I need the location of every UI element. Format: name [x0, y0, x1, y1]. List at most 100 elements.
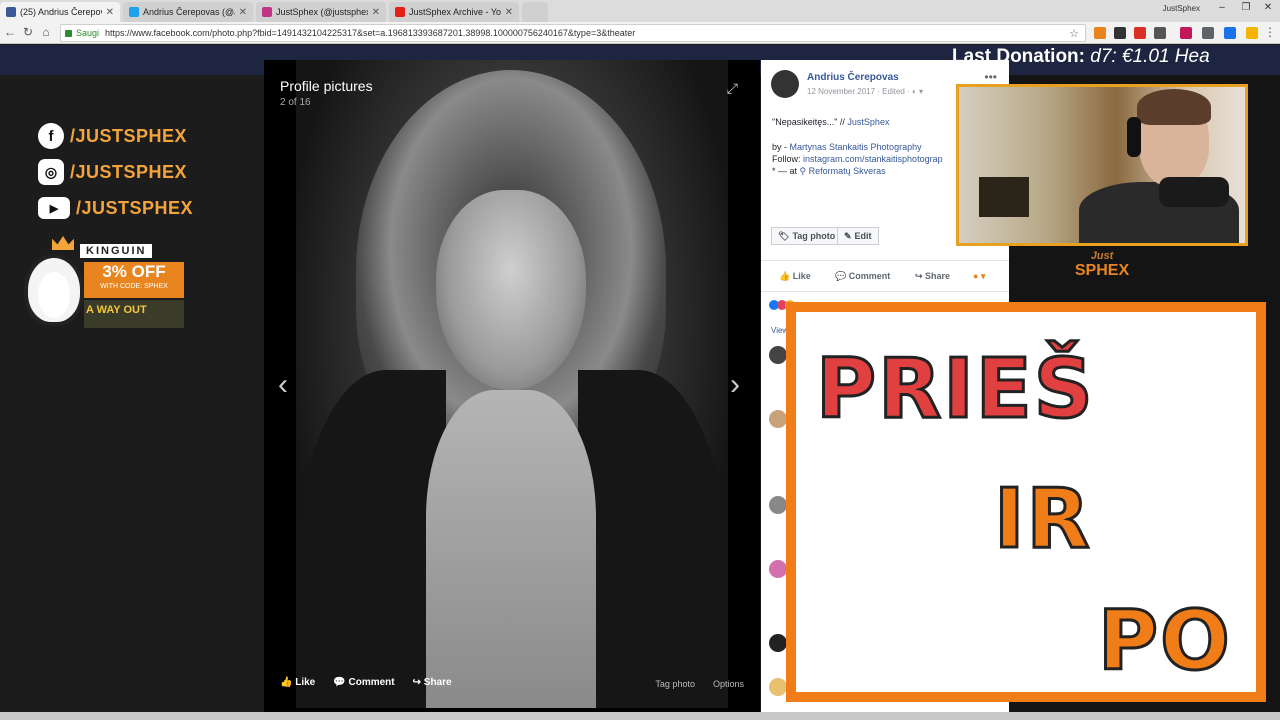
- social-handle: /JUSTSPHEX: [70, 161, 188, 182]
- screen: (25) Andrius Čerepovas ✕ Andrius Čerepov…: [0, 0, 1280, 720]
- location-text: * — at: [772, 166, 800, 176]
- photo-shirt: [426, 390, 596, 708]
- tab-youtube[interactable]: JustSphex Archive - YouT ✕: [389, 2, 519, 22]
- justsphex-logo: Just SPHEX: [1062, 250, 1142, 280]
- avatar[interactable]: [771, 70, 799, 98]
- headset-icon: [1127, 117, 1141, 157]
- extension-icon[interactable]: [1094, 27, 1106, 39]
- home-icon[interactable]: ⌂: [38, 25, 54, 39]
- promo-brand: KINGUIN: [80, 244, 153, 258]
- penguin-mascot-icon: [24, 254, 84, 326]
- close-icon[interactable]: ✕: [505, 7, 513, 18]
- credit-link[interactable]: Martynas Stankaitis Photography: [790, 142, 922, 152]
- avatar[interactable]: [769, 678, 787, 696]
- profile-name[interactable]: JustSphex: [1163, 4, 1200, 13]
- close-icon[interactable]: ✕: [239, 7, 247, 18]
- facebook-icon: f: [38, 123, 64, 149]
- previous-arrow-icon[interactable]: ‹: [278, 368, 288, 402]
- webcam-feed: [959, 87, 1245, 243]
- video-title-card: PRIEŠ IR PO: [786, 302, 1266, 702]
- caption-link[interactable]: JustSphex: [847, 117, 889, 127]
- instagram-icon: ◎: [38, 159, 64, 185]
- reload-icon[interactable]: ↻: [20, 25, 36, 39]
- avatar[interactable]: [769, 496, 787, 514]
- follow-link[interactable]: instagram.com/stankaitisphotograp: [803, 154, 943, 164]
- address-toolbar: ← ↻ ⌂ Saugi https://www.facebook.com/pho…: [0, 22, 1280, 44]
- tab-instagram[interactable]: JustSphex (@justsphex) ✕: [256, 2, 386, 22]
- instagram-tab-icon: [262, 7, 272, 17]
- webcam-shelf: [979, 177, 1029, 217]
- youtube-tab-icon: [395, 7, 405, 17]
- discount-code: WITH CODE: SPHEX: [100, 283, 168, 290]
- profile-photo[interactable]: [296, 60, 728, 708]
- menu-icon[interactable]: ⋮: [1262, 25, 1278, 39]
- logo-big-text: SPHEX: [1074, 262, 1130, 279]
- location-pin-icon: ⚲: [799, 166, 809, 176]
- extension-icon[interactable]: [1114, 27, 1126, 39]
- title-word: IR: [993, 471, 1092, 569]
- extension-icon[interactable]: [1202, 27, 1214, 39]
- tab-twitter[interactable]: Andrius Čerepovas (@Ju ✕: [123, 2, 253, 22]
- last-donation-ticker: Last Donation: d7: €1.01 Hea: [952, 46, 1210, 68]
- expand-icon[interactable]: ⤢: [727, 80, 738, 97]
- tag-photo-link[interactable]: Tag photo: [655, 679, 695, 689]
- donation-label: Last Donation:: [952, 46, 1085, 67]
- extension-icon[interactable]: [1246, 27, 1258, 39]
- window-close-icon[interactable]: ✕: [1258, 2, 1278, 13]
- like-button[interactable]: 👍 Like: [280, 677, 315, 688]
- extension-icon[interactable]: [1180, 27, 1192, 39]
- post-author[interactable]: Andrius Čerepovas: [807, 72, 899, 83]
- post-comment-button[interactable]: 💬 Comment: [835, 271, 890, 282]
- promo-game: A WAY OUT: [84, 300, 184, 328]
- next-arrow-icon[interactable]: ›: [730, 368, 740, 402]
- extension-icon[interactable]: [1134, 27, 1146, 39]
- back-icon[interactable]: ←: [2, 25, 18, 39]
- caption-text: "Nepasikeitęs..." //: [772, 117, 848, 127]
- avatar[interactable]: [769, 634, 787, 652]
- bookmark-star-icon[interactable]: ☆: [1069, 27, 1079, 40]
- maximize-icon[interactable]: ❐: [1236, 2, 1256, 13]
- avatar[interactable]: [769, 346, 787, 364]
- address-input[interactable]: Saugi https://www.facebook.com/photo.php…: [60, 24, 1086, 42]
- extension-icon[interactable]: [1154, 27, 1166, 39]
- avatar[interactable]: [769, 560, 787, 578]
- post-date[interactable]: 12 November 2017 · Edited · ◐ ▾: [807, 87, 923, 96]
- post-share-button[interactable]: ↪ Share: [915, 271, 950, 282]
- facebook-tab-icon: [6, 7, 16, 17]
- photo-actions: 👍 Like 💬 Comment ↪ Share: [280, 677, 452, 688]
- social-handle: /JUSTSPHEX: [76, 197, 194, 218]
- post-actions: 👍 Like 💬 Comment ↪ Share ● ▾: [761, 260, 1009, 292]
- tab-facebook[interactable]: (25) Andrius Čerepovas ✕: [0, 2, 120, 22]
- share-label: Share: [423, 677, 452, 688]
- album-title[interactable]: Profile pictures: [280, 78, 373, 94]
- extension-icon[interactable]: [1224, 27, 1236, 39]
- close-icon[interactable]: ✕: [106, 7, 114, 18]
- post-like-button[interactable]: 👍 Like: [779, 271, 811, 282]
- promo-discount: 3% OFF WITH CODE: SPHEX: [84, 262, 184, 298]
- avatar[interactable]: [769, 410, 787, 428]
- comment-button[interactable]: 💬 Comment: [333, 677, 394, 688]
- tab-label: Andrius Čerepovas (@Ju: [143, 7, 235, 17]
- youtube-icon: ▶: [38, 197, 70, 219]
- more-options-icon[interactable]: •••: [984, 70, 997, 84]
- twitter-tab-icon: [129, 7, 139, 17]
- tab-label: (25) Andrius Čerepovas: [20, 7, 102, 17]
- url-text[interactable]: https://www.facebook.com/photo.php?fbid=…: [105, 28, 635, 38]
- post-follow: Follow: instagram.com/stankaitisphotogra…: [772, 154, 943, 164]
- follow-text: Follow:: [772, 154, 804, 164]
- edit-button[interactable]: ✎ Edit: [837, 227, 879, 245]
- page-avatar-icon[interactable]: ● ▾: [973, 271, 985, 282]
- tag-photo-button[interactable]: 🏷 Tag photo: [771, 227, 843, 245]
- close-icon[interactable]: ✕: [372, 7, 380, 18]
- post-caption: "Nepasikeitęs..." // JustSphex: [772, 117, 889, 127]
- tag-photo-label: Tag photo: [792, 231, 836, 241]
- new-tab-button[interactable]: [522, 2, 548, 22]
- location-link[interactable]: Reformatų Skveras: [809, 166, 886, 176]
- browser-tab-bar: (25) Andrius Čerepovas ✕ Andrius Čerepov…: [0, 0, 1280, 22]
- minimize-icon[interactable]: –: [1212, 2, 1232, 13]
- donation-value: d7: €1.01 Hea: [1090, 46, 1210, 67]
- share-button[interactable]: ↪ Share: [413, 677, 452, 688]
- photo-viewer: Profile pictures 2 of 16 ⤢ ‹ › 👍 Like 💬 …: [264, 60, 760, 720]
- options-link[interactable]: Options: [713, 679, 744, 689]
- like-label: Like: [295, 677, 316, 688]
